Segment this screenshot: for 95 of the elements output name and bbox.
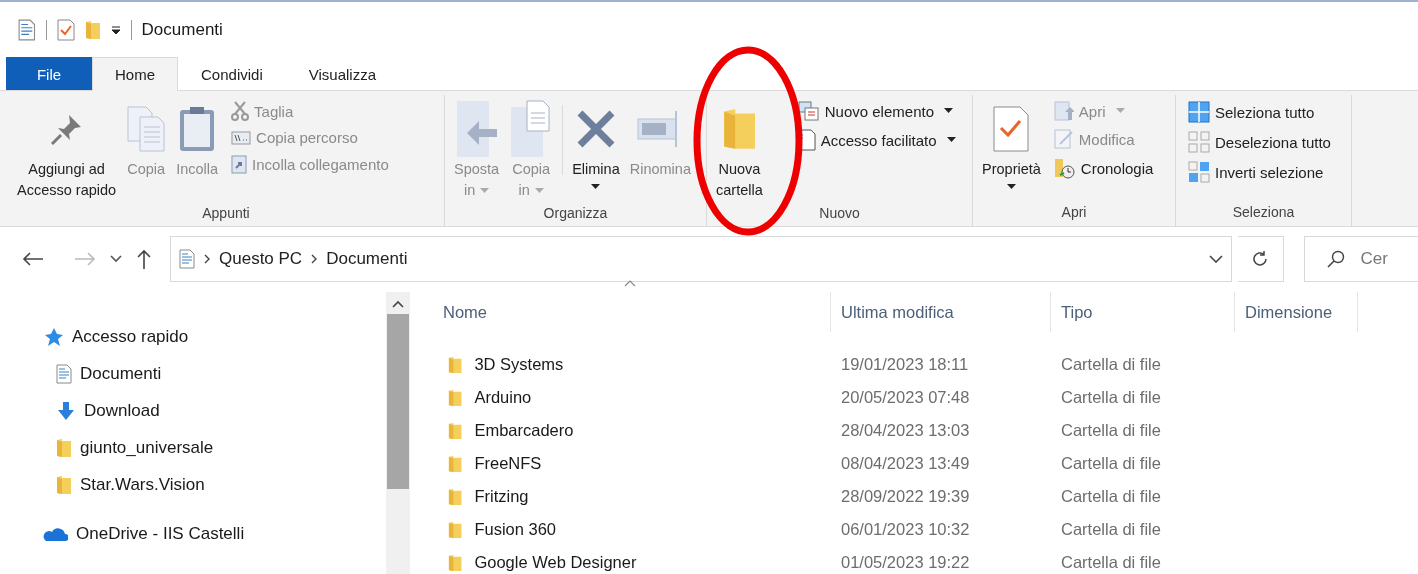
ribbon-button[interactable]: Accesso facilitato xyxy=(795,127,958,153)
table-cell-text: Cartella di file xyxy=(1060,454,1162,473)
refresh-icon xyxy=(1251,250,1270,268)
nav-item[interactable]: Download xyxy=(56,392,386,429)
search-field[interactable]: Cer xyxy=(1358,248,1399,270)
ribbon-tab[interactable]: Home xyxy=(92,57,178,91)
breadcrumb[interactable]: Documenti xyxy=(326,249,408,269)
invert-selection-icon xyxy=(1188,161,1210,183)
folder-icon xyxy=(448,388,463,407)
group-label: Appunti xyxy=(201,205,251,223)
group-label: Organizza xyxy=(542,205,609,223)
table-cell-text: 28/09/2022 19:39 xyxy=(840,487,971,506)
file-name[interactable]: Arduino xyxy=(410,388,831,407)
folder-icon xyxy=(448,355,463,374)
scrollbar[interactable] xyxy=(386,292,410,574)
address-bar[interactable]: Questo PC Documenti xyxy=(170,236,1232,282)
nav-item[interactable]: Accesso rapido xyxy=(42,318,386,355)
ribbon-button[interactable]: Aggiungi ad Accesso rapido xyxy=(14,95,120,205)
table-cell-text: Cartella di file xyxy=(1060,520,1162,539)
column-header[interactable]: Dimensione xyxy=(1235,292,1358,332)
table-cell-text: Cartella di file xyxy=(1060,487,1162,506)
column-header[interactable]: Ultima modifica xyxy=(831,292,1051,332)
clipboard-icon xyxy=(178,105,217,153)
refresh-button[interactable] xyxy=(1237,236,1284,282)
nav-item[interactable]: Documenti xyxy=(56,355,386,392)
file-name[interactable]: Fritzing xyxy=(410,487,831,506)
table-cell-text: Cartella di file xyxy=(1060,421,1162,440)
column-header[interactable]: Nome xyxy=(410,292,831,332)
new-item-icon xyxy=(797,101,820,121)
folder-icon xyxy=(721,107,757,151)
ribbon-button[interactable]: Elimina xyxy=(569,95,623,205)
table-cell-text: 06/01/2023 10:32 xyxy=(840,520,971,539)
table-cell-text: 28/04/2023 13:03 xyxy=(840,421,971,440)
column-header[interactable]: Tipo xyxy=(1051,292,1235,332)
nav-item[interactable]: giunto_universale xyxy=(56,429,386,466)
ribbon-button[interactable]: Inverti selezione xyxy=(1186,159,1333,185)
file-name[interactable]: Embarcadero xyxy=(410,421,831,440)
history-icon xyxy=(1053,157,1076,179)
file-name[interactable]: Fusion 360 xyxy=(410,520,831,539)
nav-item[interactable]: OneDrive - IIS Castelli xyxy=(42,515,386,552)
table-cell-text: 19/01/2023 18:11 xyxy=(840,355,970,374)
table-cell-text: 08/04/2023 13:49 xyxy=(840,454,971,473)
file-name[interactable]: FreeNFS xyxy=(410,454,831,473)
chevron-right-icon xyxy=(203,253,211,265)
chevron-down-icon[interactable] xyxy=(1208,255,1223,263)
caret-icon[interactable] xyxy=(110,25,121,34)
edit-icon xyxy=(1053,129,1074,149)
ribbon-button[interactable]: Deseleziona tutto xyxy=(1186,129,1333,155)
search-icon xyxy=(1326,250,1345,268)
ribbon-tab[interactable]: Condividi xyxy=(178,57,286,90)
nav-item[interactable]: Star.Wars.Vision xyxy=(56,466,386,503)
delete-icon xyxy=(575,109,616,149)
scroll-up-icon[interactable] xyxy=(392,300,404,308)
copy-icon xyxy=(126,105,167,153)
chevron-right-icon xyxy=(310,253,319,265)
table-cell-text: Cartella di file xyxy=(1060,388,1162,407)
checked-document-icon xyxy=(993,106,1030,152)
window-title: Documenti xyxy=(141,19,223,40)
group-label: Nuovo xyxy=(818,205,861,223)
folder-icon xyxy=(84,19,101,40)
ribbon-tab[interactable]: Visualizza xyxy=(285,57,399,90)
paste-shortcut-icon xyxy=(231,154,248,174)
breadcrumb[interactable]: Questo PC xyxy=(219,249,303,269)
select-all-icon xyxy=(1188,101,1210,123)
move-icon xyxy=(454,99,499,159)
folder-icon xyxy=(448,553,463,572)
path-icon xyxy=(231,130,252,145)
folder-icon xyxy=(448,487,463,506)
table-cell-text: Cartella di file xyxy=(1060,553,1162,572)
ribbon-button[interactable]: Seleziona tutto xyxy=(1186,99,1333,125)
ribbon-button[interactable]: Proprietà xyxy=(979,95,1044,204)
file-name[interactable]: Google Web Designer xyxy=(410,553,831,572)
folder-icon xyxy=(56,437,72,458)
cloud-icon xyxy=(42,525,68,542)
grid-icon xyxy=(1188,131,1210,153)
ribbon-button[interactable]: Nuovo elemento xyxy=(795,99,958,123)
scissors-icon xyxy=(231,101,250,121)
folder-icon xyxy=(448,520,463,539)
document-icon xyxy=(179,249,195,269)
folder-icon xyxy=(448,421,463,440)
folder-icon xyxy=(56,474,72,495)
table-cell-text: 20/05/2023 07:48 xyxy=(840,388,971,407)
group-label: Seleziona xyxy=(1231,204,1296,222)
file-tab[interactable]: File xyxy=(6,57,92,90)
file-name[interactable]: 3D Systems xyxy=(410,355,831,374)
open-icon xyxy=(1053,101,1074,121)
document-icon xyxy=(56,363,72,384)
download-icon xyxy=(56,400,76,421)
group-label: Apri xyxy=(1060,204,1088,222)
table-cell-text: 01/05/2023 19:22 xyxy=(840,553,971,572)
checked-document-icon[interactable] xyxy=(56,18,75,41)
ribbon-button[interactable]: Cronologia xyxy=(1051,155,1156,181)
document-icon xyxy=(18,18,36,41)
table-cell-text: Cartella di file xyxy=(1060,355,1162,374)
folder-icon xyxy=(448,454,463,473)
